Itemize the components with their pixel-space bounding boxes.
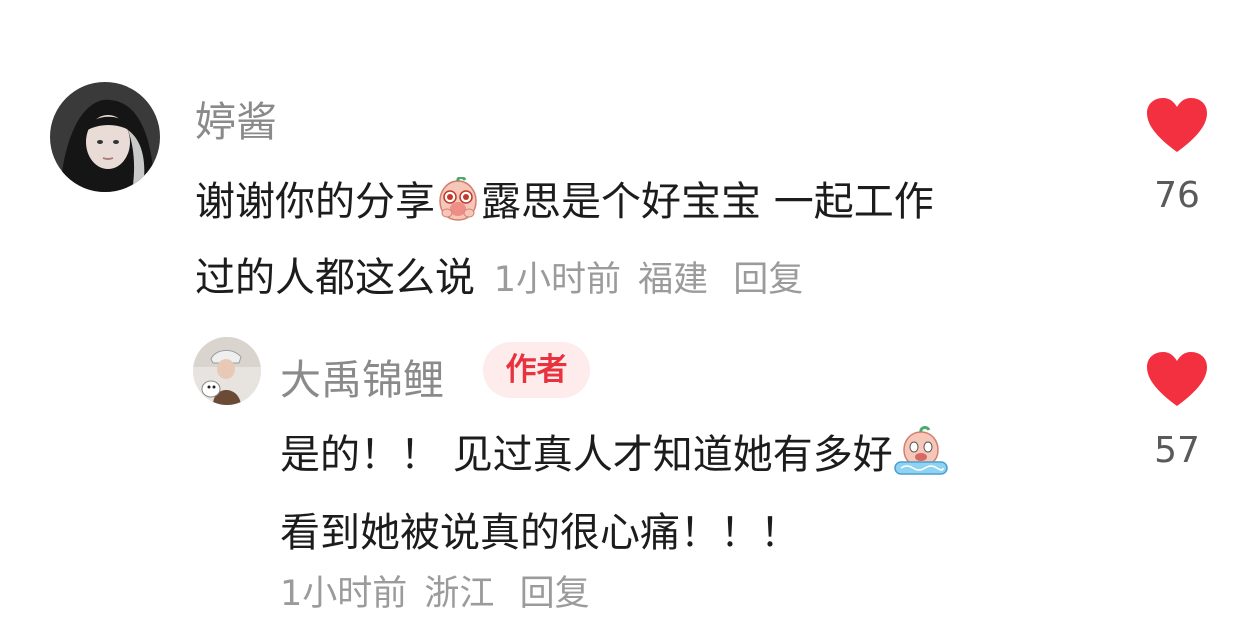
reply-text: 是的！！ 见过真人才知道她有多好 看到她被说真的很心痛！！！ bbox=[280, 420, 1140, 568]
avatar[interactable] bbox=[50, 82, 160, 192]
crying-peach-emoji bbox=[893, 426, 949, 498]
comment-username[interactable]: 婷酱 bbox=[195, 88, 277, 148]
like-button[interactable] bbox=[1145, 96, 1209, 154]
reply-button[interactable]: 回复 bbox=[520, 574, 590, 614]
reply-meta: 1小时前 浙江 回复 bbox=[280, 565, 590, 616]
reply-text-part: 是的！！ 见过真人才知道她有多好 bbox=[280, 432, 893, 478]
comment-time: 1小时前 bbox=[493, 260, 621, 300]
comment-location: 福建 bbox=[638, 260, 709, 300]
avatar[interactable] bbox=[193, 337, 261, 405]
comment-text: 谢谢你的分享 露思是个好宝宝 一起工作 过的人都这么说 1小时前 福建 回复 bbox=[195, 168, 1095, 314]
like-count: 57 bbox=[1154, 430, 1200, 471]
comment-item: 婷酱 谢谢你的分享 露思是个好宝宝 一起工作 过的人都这么说 1小时前 福建 回… bbox=[0, 0, 1260, 301]
shy-peach-emoji bbox=[435, 176, 481, 244]
heart-icon bbox=[1147, 98, 1207, 152]
reply-button[interactable]: 回复 bbox=[733, 260, 803, 300]
comment-text-part: 露思是个好宝宝 一起工作 bbox=[481, 179, 934, 225]
heart-icon bbox=[1147, 352, 1207, 406]
author-badge: 作者 bbox=[483, 342, 590, 398]
reply-location: 浙江 bbox=[424, 574, 495, 614]
reply-username[interactable]: 大禹锦鲤 bbox=[280, 346, 444, 406]
like-button[interactable] bbox=[1145, 350, 1209, 408]
reply-time: 1小时前 bbox=[280, 574, 408, 614]
like-count: 76 bbox=[1154, 175, 1200, 216]
comment-meta: 1小时前 福建 回复 bbox=[494, 260, 804, 300]
reply-item: 大禹锦鲤 作者 是的！！ 见过真人才知道她有多好 看到她被说真的很心痛！！！ 1… bbox=[0, 300, 1260, 632]
comment-text-part: 谢谢你的分享 bbox=[195, 179, 435, 225]
reply-text-part: 看到她被说真的很心痛！！！ bbox=[280, 510, 800, 556]
comment-text-part: 过的人都这么说 bbox=[195, 255, 475, 301]
